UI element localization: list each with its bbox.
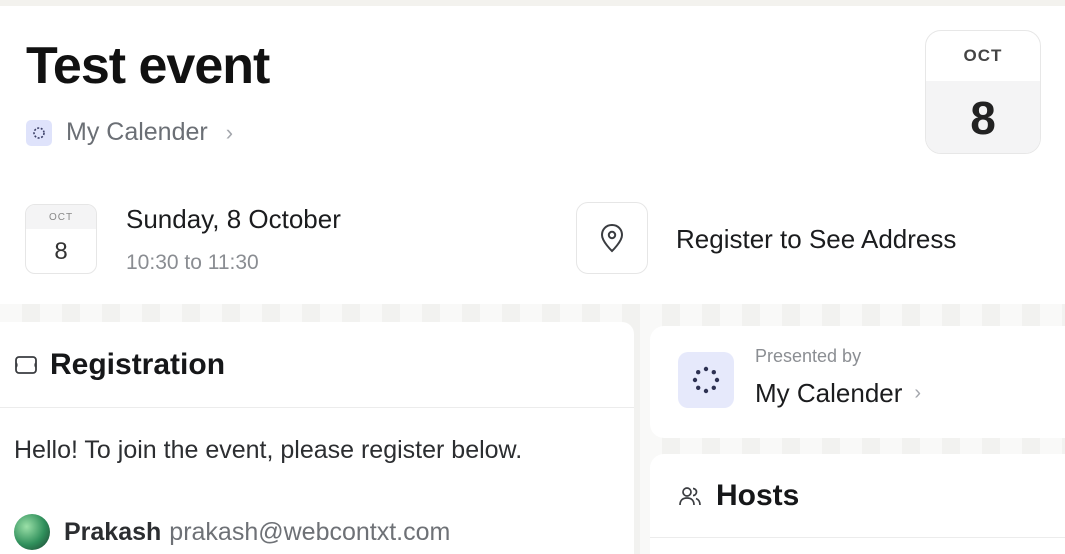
presenter-name: My Calender xyxy=(755,378,903,408)
date-badge-day: 8 xyxy=(926,81,1040,153)
hosts-card: Hosts xyxy=(650,454,1065,554)
event-time: 10:30 to 11:30 xyxy=(126,251,259,274)
chevron-right-icon: › xyxy=(225,119,234,145)
date-badge-small: OCT 8 xyxy=(25,204,97,274)
event-title: Test event xyxy=(26,37,270,95)
date-badge-month: OCT xyxy=(963,46,1003,65)
registrant-name: Prakash xyxy=(64,517,162,546)
presented-by-label: Presented by xyxy=(755,346,862,366)
users-icon xyxy=(679,486,701,505)
event-date: Sunday, 8 October xyxy=(126,204,341,234)
chevron-right-icon: › xyxy=(914,382,922,404)
calendar-dots-icon xyxy=(678,352,734,408)
top-strip xyxy=(0,0,1065,6)
ticket-icon xyxy=(15,355,37,374)
date-badge-small-month: OCT xyxy=(26,205,96,229)
map-pin-icon xyxy=(600,223,624,253)
avatar xyxy=(14,514,50,550)
registration-title: Registration xyxy=(50,347,226,381)
hosts-header: Hosts xyxy=(650,454,1065,538)
registration-header: Registration xyxy=(0,322,634,408)
hosts-title: Hosts xyxy=(716,478,800,512)
registrant-email: prakash@webcontxt.com xyxy=(169,517,451,546)
registration-message: Hello! To join the event, please registe… xyxy=(14,436,523,464)
registration-card: Registration Hello! To join the event, p… xyxy=(0,322,634,554)
presenter-card[interactable]: Presented by My Calender › xyxy=(650,326,1065,438)
location-icon-box xyxy=(576,202,648,274)
date-badge-large: OCT 8 xyxy=(925,30,1041,154)
date-badge-small-day: 8 xyxy=(54,238,68,265)
registrant-row: Prakash prakash@webcontxt.com xyxy=(14,514,450,550)
calendar-link[interactable]: My Calender › xyxy=(26,118,233,147)
calendar-link-label: My Calender xyxy=(66,118,208,146)
calendar-dots-icon xyxy=(26,119,52,146)
presenter-name-row: My Calender › xyxy=(755,378,921,409)
location-register-link[interactable]: Register to See Address xyxy=(676,224,956,255)
